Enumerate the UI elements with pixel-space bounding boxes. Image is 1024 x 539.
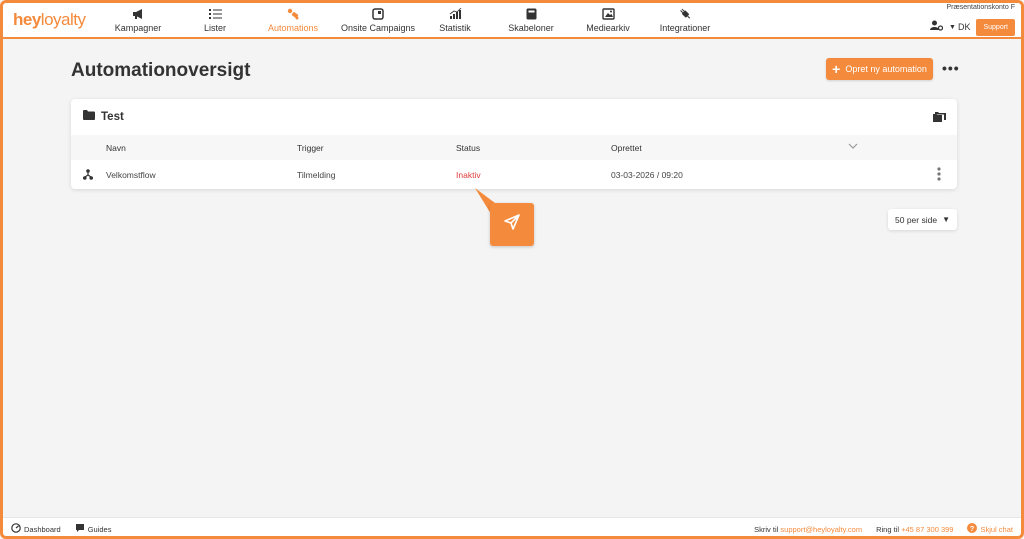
create-automation-button[interactable]: + Opret ny automation [826, 58, 933, 80]
sort-chevron-down-icon[interactable] [848, 142, 858, 152]
language-selector[interactable]: ▼ DK [949, 22, 970, 32]
automation-name-link[interactable]: Velkomstflow [106, 170, 156, 180]
nav-lister[interactable]: Lister [178, 3, 252, 39]
automation-icon [287, 6, 300, 21]
status-badge[interactable]: Inaktiv [456, 170, 481, 180]
per-page-select[interactable]: 50 per side ▼ [888, 209, 957, 230]
folder-header[interactable]: Test [71, 99, 957, 135]
plus-icon: + [832, 61, 841, 77]
column-header-trigger[interactable]: Trigger [297, 143, 324, 153]
table-header: Navn Trigger Status Oprettet [71, 135, 957, 160]
caret-down-icon: ▼ [949, 23, 956, 31]
nav-kampagner[interactable]: Kampagner [98, 3, 178, 39]
user-settings-icon[interactable] [930, 18, 944, 36]
footer: Dashboard Guides Skriv til support@heylo… [3, 517, 1021, 536]
folder-card: Test Navn Trigger Status Oprettet Velkom… [71, 99, 957, 189]
folder-title: Test [83, 110, 124, 123]
flow-icon [83, 169, 93, 182]
list-icon [208, 6, 222, 21]
main-nav: Kampagner Lister Automations Onsite Camp… [98, 3, 728, 39]
support-phone-link[interactable]: +45 87 300 399 [901, 525, 953, 534]
onsite-icon [372, 6, 384, 21]
row-options-kebab-icon[interactable] [937, 167, 941, 183]
footer-links: Dashboard Guides [11, 523, 111, 535]
column-header-status[interactable]: Status [456, 143, 480, 153]
folder-icon [83, 110, 95, 123]
footer-contact: Skriv til support@heyloyalty.com Ring ti… [754, 523, 1013, 535]
pointer-callout [490, 203, 534, 246]
footer-dashboard-link[interactable]: Dashboard [11, 523, 61, 535]
nav-skabeloner[interactable]: Skabeloner [488, 3, 574, 39]
more-options-button[interactable]: ••• [942, 60, 960, 76]
trigger-value: Tilmelding [297, 170, 336, 180]
column-header-created[interactable]: Oprettet [611, 143, 642, 153]
support-button[interactable]: Support [976, 18, 1015, 36]
template-icon [526, 6, 537, 21]
footer-phone: Ring til +45 87 300 399 [876, 524, 954, 534]
megaphone-icon [132, 6, 145, 21]
created-value: 03-03-2026 / 09:20 [611, 170, 683, 180]
nav-integrationer[interactable]: Integrationer [642, 3, 728, 39]
user-controls: ▼ DK Support [930, 18, 1015, 36]
plug-icon [679, 6, 692, 21]
account-name: Præsentationskonto F [946, 4, 1015, 11]
hide-chat-button[interactable]: ? Skjul chat [967, 523, 1013, 535]
top-navigation-bar: heyloyalty Kampagner Lister Automations … [3, 3, 1021, 39]
svg-text:?: ? [970, 524, 975, 533]
paper-plane-icon [502, 212, 522, 237]
nav-statistik[interactable]: Statistik [422, 3, 488, 39]
help-icon: ? [967, 523, 978, 535]
table-row[interactable]: Velkomstflow Tilmelding Inaktiv 03-03-20… [71, 160, 957, 189]
page-title: Automationoversigt [71, 60, 251, 81]
caret-down-icon: ▼ [942, 215, 950, 224]
heyloyalty-logo[interactable]: heyloyalty [13, 10, 86, 30]
column-header-name[interactable]: Navn [106, 143, 126, 153]
image-icon [601, 6, 615, 21]
dashboard-gauge-icon [11, 523, 21, 535]
chart-icon [449, 6, 462, 21]
guides-chat-icon [75, 523, 85, 535]
nav-mediearkiv[interactable]: Mediearkiv [574, 3, 642, 39]
nav-onsite-campaigns[interactable]: Onsite Campaigns [334, 3, 422, 39]
support-email-link[interactable]: support@heyloyalty.com [780, 525, 862, 534]
nav-automations[interactable]: Automations [252, 3, 334, 39]
footer-guides-link[interactable]: Guides [75, 523, 111, 535]
folders-icon[interactable] [933, 110, 946, 128]
footer-email: Skriv til support@heyloyalty.com [754, 524, 863, 534]
